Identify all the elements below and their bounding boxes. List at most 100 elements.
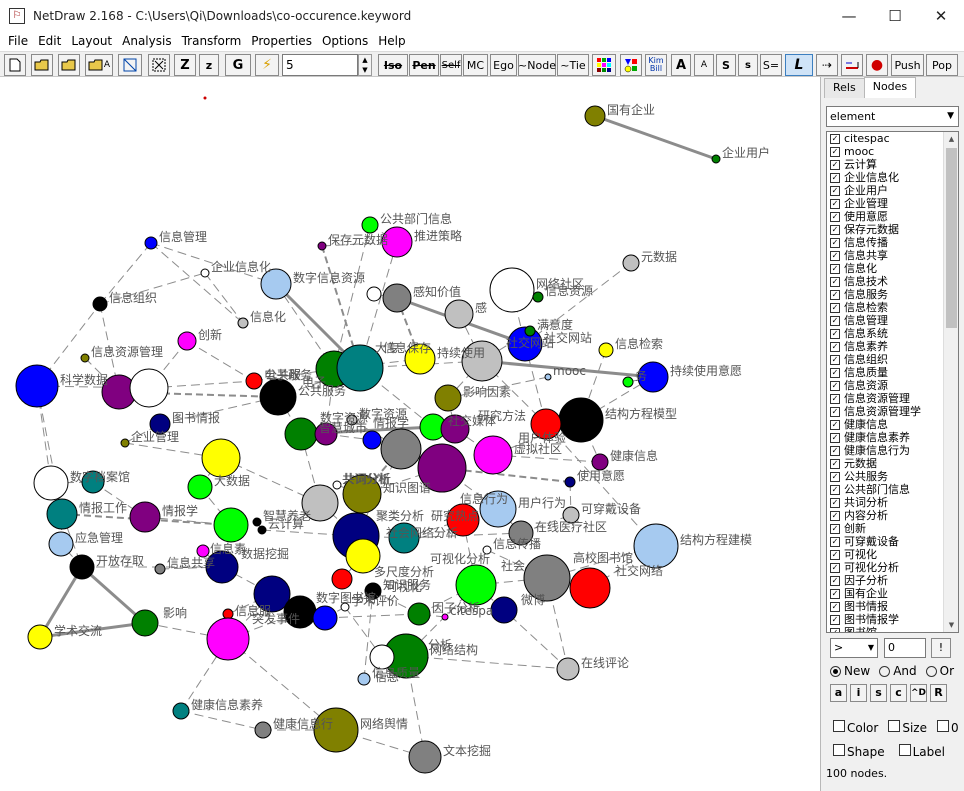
node-label[interactable]: 信息服 bbox=[235, 603, 271, 618]
node-label[interactable]: 文本挖掘 bbox=[443, 743, 491, 758]
checkbox-checked-icon[interactable]: ✓ bbox=[830, 250, 840, 261]
node-label[interactable]: 企业管理 bbox=[131, 429, 179, 444]
network-node[interactable] bbox=[331, 568, 353, 590]
node-label[interactable]: 感 bbox=[475, 300, 487, 315]
node-label[interactable]: citespa bbox=[450, 604, 493, 618]
network-node[interactable] bbox=[27, 624, 53, 650]
node-label[interactable]: 微博 bbox=[521, 592, 545, 607]
checkbox-checked-icon[interactable]: ✓ bbox=[830, 302, 840, 313]
node-list-item[interactable]: ✓ 信息共享 bbox=[827, 249, 958, 262]
node-label[interactable]: 信息检索 bbox=[615, 336, 663, 351]
node-list-item[interactable]: ✓ 信息化 bbox=[827, 262, 958, 275]
tie-toggle-button[interactable]: ~Tie bbox=[557, 54, 589, 76]
lightning-icon[interactable]: ⚡ bbox=[255, 54, 279, 76]
menu-help[interactable]: Help bbox=[373, 34, 410, 48]
menu-properties[interactable]: Properties bbox=[246, 34, 317, 48]
node-list-item[interactable]: ✓ 元数据 bbox=[827, 457, 958, 470]
node-list-item[interactable]: ✓ 保存元数据 bbox=[827, 223, 958, 236]
checkbox-checked-icon[interactable]: ✓ bbox=[830, 393, 840, 404]
network-node[interactable] bbox=[361, 216, 379, 234]
network-node[interactable] bbox=[382, 283, 412, 313]
network-node[interactable] bbox=[259, 378, 297, 416]
node-label[interactable]: 结构方程模型 bbox=[605, 406, 677, 421]
checkbox-checked-icon[interactable]: ✓ bbox=[830, 588, 840, 599]
network-edge[interactable] bbox=[186, 340, 255, 382]
network-node[interactable] bbox=[237, 317, 249, 329]
network-node[interactable] bbox=[15, 364, 59, 408]
network-node[interactable] bbox=[187, 474, 213, 500]
checkbox-checked-icon[interactable]: ✓ bbox=[830, 315, 840, 326]
node-label[interactable]: 保存元数据 bbox=[328, 232, 388, 247]
node-label[interactable]: 图书情报 bbox=[172, 410, 220, 425]
node-list-item[interactable]: ✓ 图书情报 bbox=[827, 600, 958, 613]
network-node[interactable] bbox=[489, 267, 535, 313]
label-size-up-button[interactable]: A bbox=[671, 54, 691, 76]
node-list-item[interactable]: ✓ citespac bbox=[827, 132, 958, 145]
network-node[interactable] bbox=[332, 480, 342, 490]
network-node[interactable] bbox=[206, 617, 250, 661]
open-attribute-icon[interactable]: A bbox=[85, 54, 113, 76]
scroll-down-icon[interactable]: ▼ bbox=[944, 618, 958, 632]
checkbox-checked-icon[interactable]: ✓ bbox=[830, 458, 840, 469]
threshold-input[interactable]: 0 bbox=[884, 638, 926, 658]
node-label[interactable]: 数字资源 bbox=[320, 410, 368, 425]
self-loops-button[interactable]: Self bbox=[440, 54, 462, 76]
menu-options[interactable]: Options bbox=[317, 34, 373, 48]
push-button[interactable]: Push bbox=[891, 54, 924, 76]
node-list-item[interactable]: ✓ 健康信息 bbox=[827, 418, 958, 431]
network-node[interactable] bbox=[408, 740, 442, 774]
node-list-item[interactable]: ✓ 可穿戴设备 bbox=[827, 535, 958, 548]
tab-nodes[interactable]: Nodes bbox=[863, 77, 917, 98]
node-size-up-button[interactable]: S bbox=[716, 54, 736, 76]
menu-edit[interactable]: Edit bbox=[33, 34, 66, 48]
node-label[interactable]: 社会 bbox=[501, 558, 525, 573]
node-label[interactable]: 可视化 bbox=[386, 579, 422, 594]
checkbox-checked-icon[interactable]: ✓ bbox=[830, 133, 840, 144]
network-node[interactable] bbox=[366, 286, 382, 302]
checkbox-checked-icon[interactable]: ✓ bbox=[830, 536, 840, 547]
node-label[interactable]: 开放存取 bbox=[96, 553, 144, 568]
node-label[interactable]: 持续使用意愿 bbox=[670, 363, 742, 378]
open-folder-icon[interactable] bbox=[31, 54, 53, 76]
network-node[interactable] bbox=[48, 531, 74, 557]
graph-layout-button[interactable]: G bbox=[225, 54, 251, 76]
zoom-out-button[interactable]: z bbox=[199, 54, 219, 76]
node-label[interactable]: 结构方程建模 bbox=[680, 532, 752, 547]
node-list-item[interactable]: ✓ 创新 bbox=[827, 522, 958, 535]
node-toggle-button[interactable]: ~Node bbox=[518, 54, 556, 76]
network-node[interactable] bbox=[569, 567, 611, 609]
node-label[interactable]: 感知价值 bbox=[413, 284, 461, 299]
checkbox-checked-icon[interactable]: ✓ bbox=[830, 159, 840, 170]
checkbox-checked-icon[interactable]: ✓ bbox=[830, 276, 840, 287]
network-graph[interactable]: 国有企业企业用户信息管理 公共部门信息推进策略 保存元数据元数据企业信息化数字信息资… bbox=[0, 77, 820, 791]
ego-button[interactable]: Ego bbox=[490, 54, 517, 76]
select-s-button[interactable]: s bbox=[870, 684, 887, 702]
minimize-button[interactable]: — bbox=[826, 0, 872, 31]
checkbox-checked-icon[interactable]: ✓ bbox=[830, 601, 840, 612]
network-node[interactable] bbox=[46, 498, 78, 530]
network-node[interactable] bbox=[633, 523, 679, 569]
network-node[interactable] bbox=[129, 368, 169, 408]
node-label[interactable]: 信息共享 bbox=[167, 555, 215, 570]
node-list-item[interactable]: ✓ 可视化 bbox=[827, 548, 958, 561]
node-list-item[interactable]: ✓ 共词分析 bbox=[827, 496, 958, 509]
radio-or[interactable]: Or bbox=[925, 664, 954, 678]
node-list-item[interactable]: ✓ 内容分析 bbox=[827, 509, 958, 522]
resize-canvas-icon[interactable] bbox=[118, 54, 142, 76]
checkbox-checked-icon[interactable]: ✓ bbox=[830, 263, 840, 274]
node-label[interactable]: 信息 bbox=[375, 669, 399, 684]
network-node[interactable] bbox=[622, 254, 640, 272]
node-label[interactable]: 情报学 bbox=[162, 503, 198, 518]
node-label[interactable]: 信息素 bbox=[210, 541, 246, 556]
node-label[interactable]: 多尺度分析 bbox=[374, 564, 434, 579]
node-list-item[interactable]: ✓ 可视化分析 bbox=[827, 561, 958, 574]
node-label[interactable]: 数字信息资源 bbox=[293, 270, 365, 285]
node-shapes-icon[interactable] bbox=[620, 54, 642, 76]
node-label[interactable]: 健康信息行 bbox=[273, 716, 333, 731]
network-node[interactable] bbox=[69, 554, 95, 580]
network-node[interactable] bbox=[532, 291, 544, 303]
list-scrollbar[interactable]: ▲ ▼ bbox=[943, 132, 958, 632]
node-label[interactable]: 信息资源 bbox=[545, 283, 593, 298]
node-list-item[interactable]: ✓ 信息系统 bbox=[827, 327, 958, 340]
node-label[interactable]: 社会网络分析 bbox=[386, 525, 458, 540]
